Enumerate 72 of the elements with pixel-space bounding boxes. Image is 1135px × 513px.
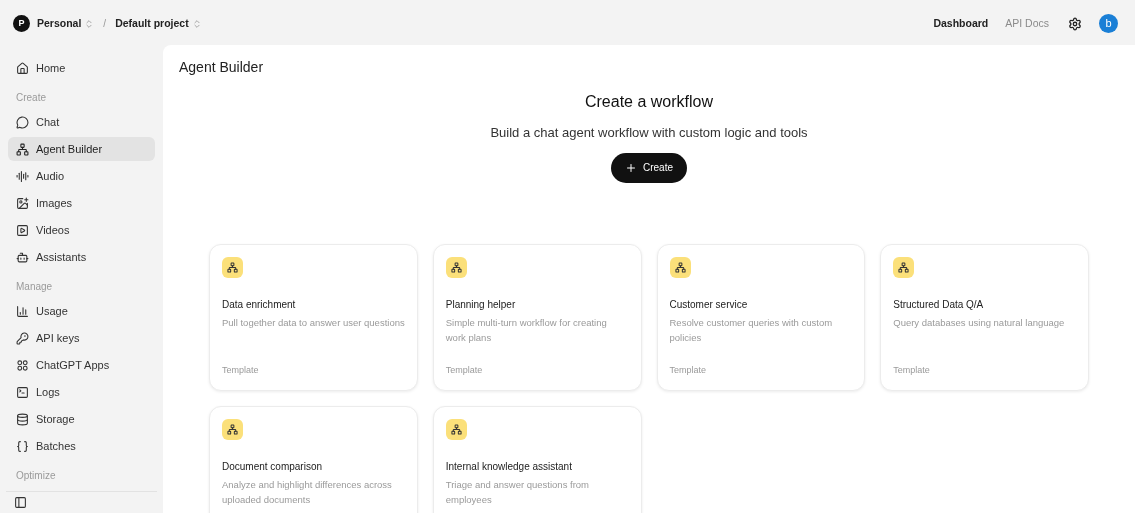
template-title: Structured Data Q/A xyxy=(893,297,985,312)
heading: Create a workflow xyxy=(584,92,713,112)
sidebar-item[interactable]: Assistants xyxy=(8,245,155,269)
org-avatar[interactable]: P xyxy=(13,15,30,32)
network-icon xyxy=(16,142,29,156)
network-icon xyxy=(450,261,462,273)
sidebar-item[interactable]: Home xyxy=(8,56,155,80)
sidebar-toggle-icon[interactable] xyxy=(14,496,27,509)
robot-icon xyxy=(16,250,29,264)
grid-circles-icon xyxy=(16,358,29,372)
template-card[interactable]: Document comparison Analyze and highlight differences across uploaded documents xyxy=(209,405,418,513)
template-card[interactable]: Planning helper Simple multi-turn workflow for creating work plans Template xyxy=(432,243,642,391)
chevrons-icon xyxy=(191,18,202,29)
template-description: Resolve customer queries with custom policies xyxy=(669,315,834,345)
sidebar-item[interactable]: Chat xyxy=(8,110,155,134)
database-icon xyxy=(16,412,29,426)
image-icon xyxy=(16,196,29,210)
template-description: Simple multi-turn workflow for creating work plans xyxy=(445,315,608,345)
sidebar-item[interactable]: Images xyxy=(8,191,155,215)
template-description: Query databases using natural language xyxy=(893,315,1066,330)
template-title: Planning helper xyxy=(445,297,517,312)
braces-icon xyxy=(16,439,29,453)
template-tag: Template xyxy=(669,364,853,378)
sidebar-item[interactable]: Videos xyxy=(8,218,155,242)
template-description: Triage and answer questions from employees xyxy=(445,477,591,507)
audio-lines-icon xyxy=(16,169,29,183)
sidebar-item[interactable]: API keys xyxy=(8,326,155,350)
user-avatar[interactable]: b xyxy=(1099,14,1118,33)
page-title: Agent Builder xyxy=(179,58,265,77)
chat-bubble-icon xyxy=(16,115,29,129)
template-card[interactable]: Customer service Resolve customer queries with custom policies Template xyxy=(656,243,866,391)
network-icon xyxy=(227,261,238,273)
template-title: Document comparison xyxy=(222,459,324,474)
network-icon xyxy=(450,423,462,435)
template-tag: Template xyxy=(445,364,629,378)
sidebar-item[interactable]: ChatGPT Apps xyxy=(8,353,155,377)
settings-icon[interactable] xyxy=(1068,16,1082,31)
network-icon xyxy=(674,261,686,273)
chevrons-icon xyxy=(84,18,95,29)
bar-chart-icon xyxy=(16,304,29,318)
subheading: Build a chat agent workflow with custom logic and tools xyxy=(490,124,808,142)
section-label: Optimize xyxy=(15,469,57,483)
template-tag: Template xyxy=(222,364,405,378)
sidebar-item[interactable]: Storage xyxy=(8,407,155,431)
terminal-icon xyxy=(16,385,29,399)
play-icon xyxy=(16,223,29,237)
template-title: Customer service xyxy=(669,297,749,312)
section-label: Manage xyxy=(15,280,54,294)
template-card[interactable]: Internal knowledge assistant Triage and answer questions from employees xyxy=(432,405,642,513)
sidebar-item[interactable]: Agent Builder xyxy=(8,137,155,161)
network-icon xyxy=(227,423,238,435)
nav-link[interactable]: Dashboard xyxy=(933,15,989,32)
section-label: Create xyxy=(15,91,47,105)
key-icon xyxy=(16,331,29,345)
sidebar-item[interactable]: Audio xyxy=(8,164,155,188)
sidebar-item[interactable]: Logs xyxy=(8,380,155,404)
template-title: Data enrichment xyxy=(222,297,297,312)
network-icon xyxy=(898,261,910,273)
sidebar-item[interactable]: Usage xyxy=(8,299,155,323)
template-description: Analyze and highlight differences across uploaded documents xyxy=(222,477,393,507)
home-icon xyxy=(16,61,29,75)
template-title: Internal knowledge assistant xyxy=(445,459,573,474)
template-description: Pull together data to answer user questions xyxy=(222,315,405,330)
breadcrumb-separator: / xyxy=(103,17,107,31)
project-selector[interactable]: Default project xyxy=(115,15,202,32)
template-card[interactable]: Structured Data Q/A Query databases using natural language Template xyxy=(880,243,1089,391)
create-button[interactable]: Create xyxy=(611,152,687,183)
org-selector[interactable]: Personal xyxy=(37,15,95,32)
plus-icon xyxy=(625,161,637,174)
template-tag: Template xyxy=(893,364,1076,378)
template-card[interactable]: Data enrichment Pull together data to answer user questions Template xyxy=(209,243,418,391)
sidebar-item[interactable]: Batches xyxy=(8,434,155,458)
